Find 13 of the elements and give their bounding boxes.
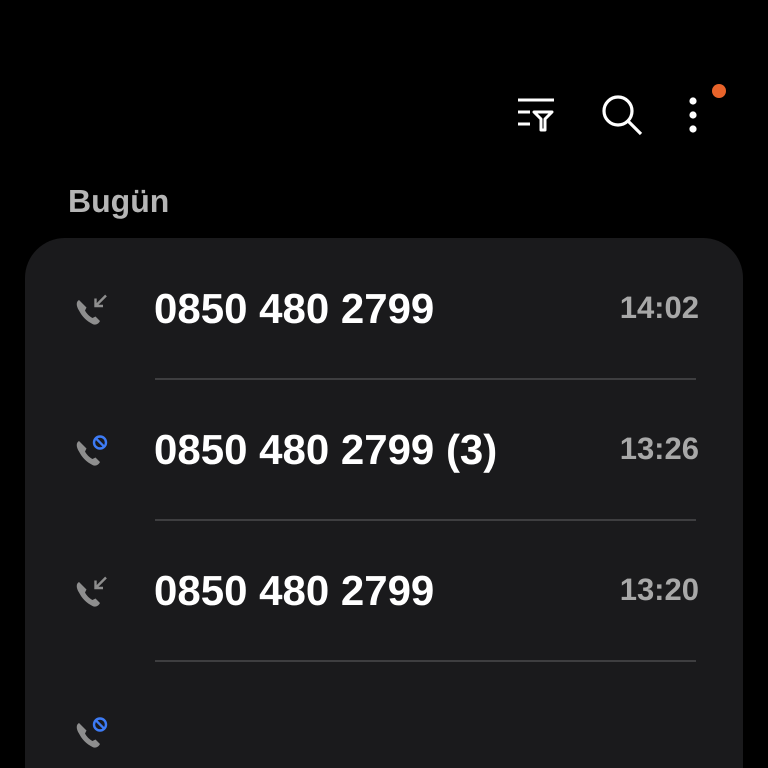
call-log-item[interactable]: 0850 480 2799 14:02 xyxy=(25,239,743,378)
phone-number: 0850 480 2799 xyxy=(154,284,436,334)
call-log-item[interactable]: 0850 480 2799 (3) 13:26 xyxy=(25,380,743,519)
phone-number: 0850 480 2799 xyxy=(154,566,436,616)
call-time: 14:02 xyxy=(620,289,699,328)
more-options-icon[interactable] xyxy=(688,96,698,134)
call-log-item[interactable]: 0850 480 2799 13:20 xyxy=(25,521,743,660)
phone-number: 0850 480 2799 (3) xyxy=(154,425,498,475)
sort-filter-icon[interactable] xyxy=(516,97,556,133)
section-title: Bugün xyxy=(68,182,170,221)
call-time: 13:26 xyxy=(620,430,699,468)
search-icon[interactable] xyxy=(600,93,644,137)
call-time: 13:20 xyxy=(620,571,699,610)
